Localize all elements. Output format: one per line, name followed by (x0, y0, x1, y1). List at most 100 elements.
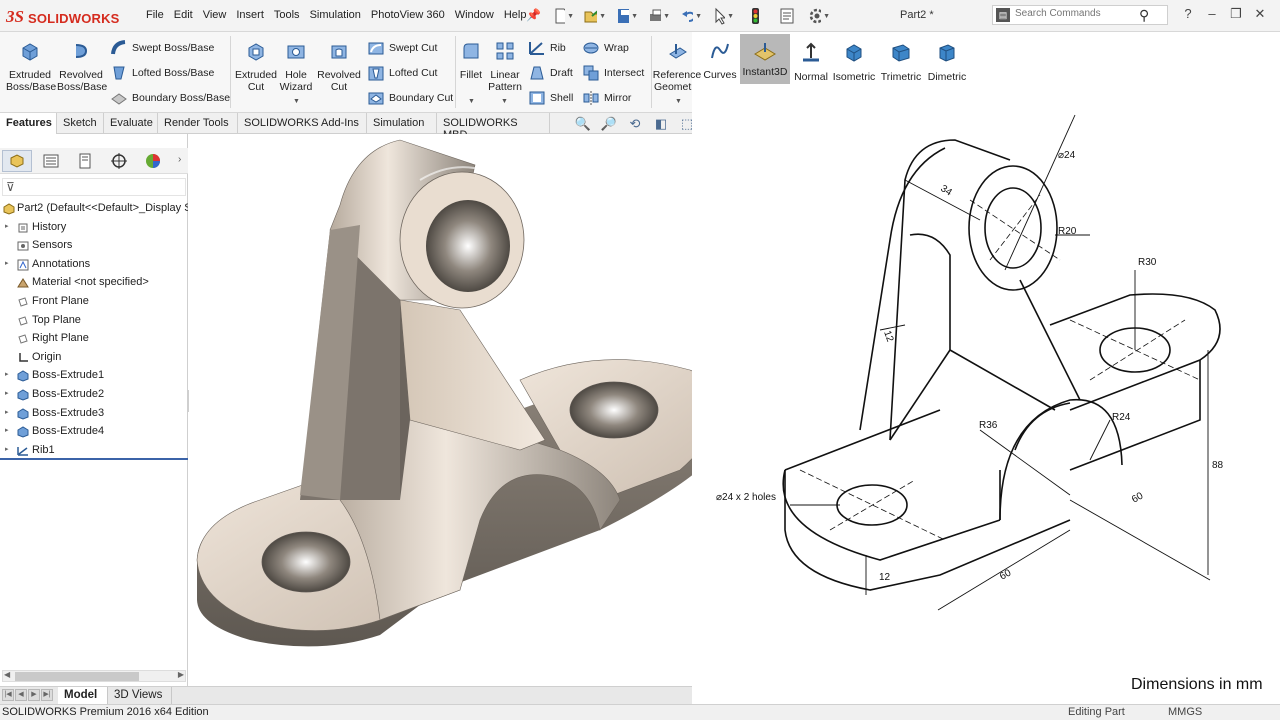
prev-tab-icon[interactable]: ◀ (15, 689, 27, 701)
units-selector[interactable]: MMGS (1168, 706, 1202, 718)
tree-item[interactable]: ▸ Boss-Extrude3 (0, 405, 188, 424)
display-manager-tab[interactable] (138, 150, 168, 172)
lofted-boss-button[interactable]: Lofted Boss/Base (110, 63, 214, 83)
draft-button[interactable]: Draft (528, 63, 573, 83)
menu-help[interactable]: Help (504, 9, 527, 21)
rebuild-button[interactable] (744, 5, 766, 27)
scrollbar-thumb[interactable] (15, 672, 139, 681)
pin-icon[interactable]: 📌 (526, 8, 541, 22)
tree-item[interactable]: ▸ Boss-Extrude4 (0, 423, 188, 442)
linear-pattern-dropdown[interactable]: ▼ (501, 98, 508, 105)
isometric-button[interactable]: Isometric (832, 42, 876, 83)
revolved-cut-button[interactable]: Revolved Cut (315, 40, 363, 93)
tab-addins[interactable]: SOLIDWORKS Add-Ins (238, 113, 367, 134)
property-manager-tab[interactable] (36, 150, 66, 172)
lofted-cut-button[interactable]: Lofted Cut (367, 63, 437, 83)
mirror-button[interactable]: Mirror (582, 88, 631, 108)
revolved-boss-button[interactable]: Revolved Boss/Base (57, 40, 107, 93)
tree-item[interactable]: ▸ Annotations (0, 256, 188, 275)
tree-item[interactable]: Sensors (0, 237, 188, 256)
previous-view-icon[interactable]: ⟲ (622, 114, 648, 134)
zoom-to-fit-icon[interactable]: 🔍 (570, 114, 596, 134)
next-tab-icon[interactable]: ▶ (28, 689, 40, 701)
tree-item[interactable]: Origin (0, 349, 188, 368)
tree-item[interactable]: ▸ Boss-Extrude1 (0, 367, 188, 386)
expand-arrow-icon[interactable]: ▸ (5, 370, 9, 378)
fillet-button[interactable]: Fillet (456, 40, 486, 81)
tree-item[interactable]: Top Plane (0, 312, 188, 331)
menu-window[interactable]: Window (455, 9, 494, 21)
expand-arrow-icon[interactable]: ▸ (5, 445, 9, 453)
close-button[interactable]: ✕ (1248, 6, 1272, 22)
first-tab-icon[interactable]: |◀ (2, 689, 14, 701)
tree-item[interactable]: ▸ History (0, 219, 188, 238)
feature-tree-filter[interactable]: ⊽ (2, 178, 186, 196)
expand-arrow-icon[interactable]: ▸ (5, 259, 9, 267)
wrap-button[interactable]: Wrap (582, 38, 629, 58)
graphics-area[interactable] (189, 134, 723, 686)
reference-geometry-dropdown[interactable]: ▼ (675, 98, 682, 105)
menu-insert[interactable]: Insert (236, 9, 264, 21)
normal-to-button[interactable]: Normal To (790, 42, 832, 86)
tab-3d-views[interactable]: 3D Views (108, 687, 172, 705)
tree-item[interactable]: Right Plane (0, 330, 188, 349)
fillet-dropdown[interactable]: ▼ (468, 98, 475, 105)
menu-file[interactable]: File (146, 9, 164, 21)
hole-wizard-button[interactable]: Hole Wizard (272, 40, 320, 93)
expand-arrow-icon[interactable]: ▸ (5, 426, 9, 434)
hole-wizard-dropdown[interactable]: ▼ (293, 98, 300, 105)
expand-arrow-icon[interactable]: ▸ (5, 408, 9, 416)
options-button[interactable]: ▼ (808, 5, 830, 27)
section-view-icon[interactable]: ◧ (648, 114, 674, 134)
tab-model[interactable]: Model (58, 687, 108, 705)
file-properties-button[interactable] (776, 5, 798, 27)
scroll-right-icon[interactable]: ▶ (178, 670, 184, 679)
tab-features[interactable]: Features (0, 113, 57, 134)
menu-tools[interactable]: Tools (274, 9, 300, 21)
zoom-to-area-icon[interactable]: 🔎 (596, 114, 622, 134)
rollback-bar[interactable] (0, 458, 188, 460)
instant3d-button[interactable]: Instant3D (740, 34, 790, 86)
trimetric-button[interactable]: Trimetric (878, 42, 924, 83)
search-scope-icon[interactable]: ▤ (996, 8, 1010, 22)
undo-button[interactable]: ▼ (680, 5, 702, 27)
select-button[interactable]: ▼ (712, 5, 734, 27)
horizontal-scrollbar[interactable]: ◀ ▶ (2, 670, 186, 682)
scroll-left-icon[interactable]: ◀ (4, 670, 10, 679)
tree-item[interactable]: Material <not specified> (0, 274, 188, 293)
search-icon[interactable]: ⚲ (1139, 7, 1149, 24)
linear-pattern-button[interactable]: Linear Pattern (486, 40, 524, 93)
expand-arrow-icon[interactable]: ▸ (5, 389, 9, 397)
expand-arrow-icon[interactable]: ▸ (5, 222, 9, 230)
last-tab-icon[interactable]: ▶| (41, 689, 53, 701)
tab-render-tools[interactable]: Render Tools (158, 113, 238, 134)
tree-item[interactable]: Front Plane (0, 293, 188, 312)
curves-button[interactable]: Curves (700, 40, 740, 81)
minimize-button[interactable]: – (1200, 6, 1224, 22)
dimetric-button[interactable]: Dimetric (925, 42, 969, 83)
shell-button[interactable]: Shell (528, 88, 573, 108)
dimxpert-tab[interactable] (104, 150, 134, 172)
tab-evaluate[interactable]: Evaluate (104, 113, 158, 134)
boundary-boss-button[interactable]: Boundary Boss/Base (110, 88, 230, 108)
swept-cut-button[interactable]: Swept Cut (367, 38, 437, 58)
extruded-boss-button[interactable]: Extruded Boss/Base (6, 40, 56, 93)
tab-simulation[interactable]: Simulation (367, 113, 437, 134)
tab-sketch[interactable]: Sketch (57, 113, 104, 134)
solidworks-logo[interactable]: 3S SOLIDWORKS (6, 6, 131, 28)
save-button[interactable]: ▼ (616, 5, 638, 27)
intersect-button[interactable]: Intersect (582, 63, 644, 83)
menu-edit[interactable]: Edit (174, 9, 193, 21)
open-button[interactable]: ▼ (584, 5, 606, 27)
swept-boss-button[interactable]: Swept Boss/Base (110, 38, 214, 58)
feature-tree-tab[interactable] (2, 150, 32, 172)
help-button[interactable]: ? (1176, 6, 1200, 22)
boundary-cut-button[interactable]: Boundary Cut (367, 88, 453, 108)
tree-root-part[interactable]: Part2 (Default<<Default>_Display State 1… (0, 200, 188, 219)
menu-view[interactable]: View (203, 9, 227, 21)
search-input[interactable] (1015, 8, 1135, 19)
new-document-button[interactable]: ▼ (552, 5, 574, 27)
restore-button[interactable]: ❐ (1224, 6, 1248, 22)
chevron-right-icon[interactable]: › (178, 154, 181, 165)
tree-item[interactable]: ▸ Boss-Extrude2 (0, 386, 188, 405)
